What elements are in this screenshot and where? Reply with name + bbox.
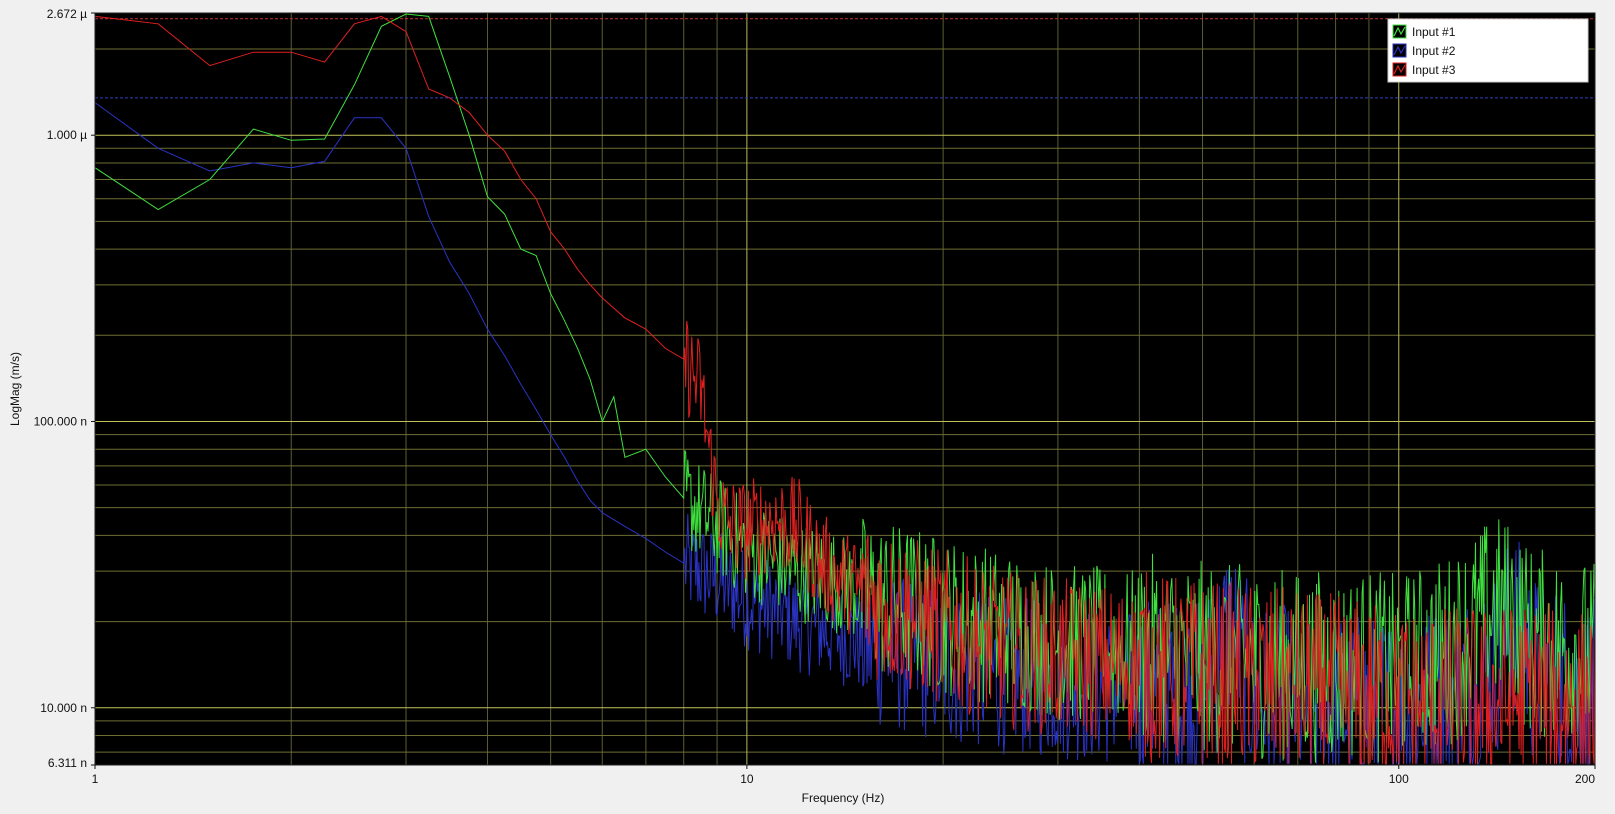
legend: Input #1 Input #2 Input #3 [1387,18,1589,83]
legend-item[interactable]: Input #1 [1392,24,1456,39]
y-tick-label: 100.000 n [34,414,87,428]
legend-item[interactable]: Input #3 [1392,62,1456,77]
y-tick-label: 2.672 µ [47,7,87,21]
y-tick-label: 10.000 n [40,701,87,715]
legend-label: Input #3 [1412,63,1456,77]
y-tick-label: 1.000 µ [47,128,87,142]
y-axis-label: LogMag (m/s) [8,352,22,426]
x-tick-label: 1 [92,772,99,786]
legend-label: Input #1 [1412,25,1456,39]
x-axis-label: Frequency (Hz) [802,791,885,805]
legend-item[interactable]: Input #2 [1392,43,1456,58]
legend-label: Input #2 [1412,44,1456,58]
x-tick-label: 100 [1389,772,1409,786]
x-tick-label: 200 [1575,772,1595,786]
y-tick-label: 6.311 n [48,756,87,770]
x-tick-label: 10 [740,772,754,786]
chart: 1 10 100 200 2.672 µ 1.000 µ 100.000 n 10.000 … [0,0,1615,814]
